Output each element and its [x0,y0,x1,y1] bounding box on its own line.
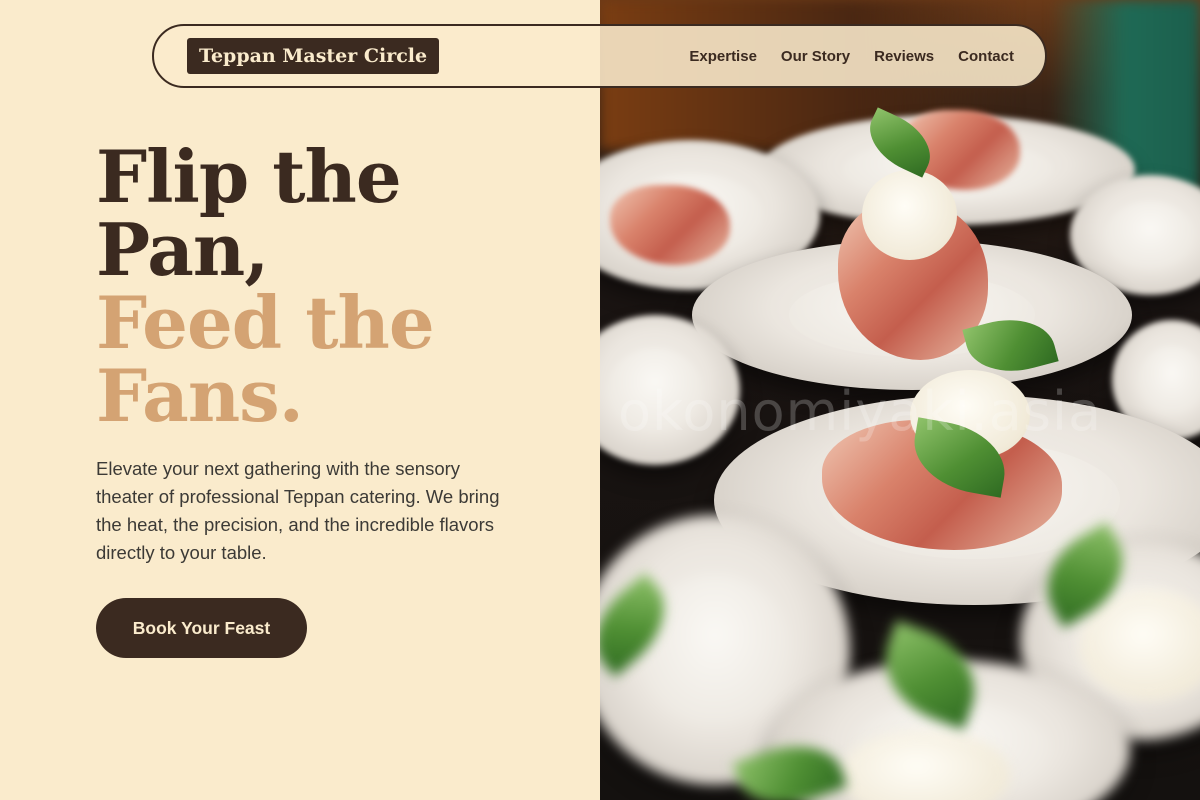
nav-links: Expertise Our Story Reviews Contact [689,26,1014,86]
nav-link-expertise[interactable]: Expertise [689,48,757,65]
book-your-feast-button[interactable]: Book Your Feast [96,598,307,658]
brand-logo[interactable]: Teppan Master Circle [187,38,440,74]
headline-line-1: Flip the [96,134,402,219]
nav-link-our-story[interactable]: Our Story [781,48,850,65]
headline-line-4: Fans. [96,353,304,438]
headline-line-2: Pan, [96,207,269,292]
hero-description: Elevate your next gathering with the sen… [96,458,500,563]
nav-link-contact[interactable]: Contact [958,48,1014,65]
image-watermark: okonomiyaki.asia [618,380,1103,443]
burrata [862,170,957,260]
top-navbar: Teppan Master Circle Expertise Our Story… [152,24,1047,88]
headline-line-3: Feed the [96,280,435,365]
nav-link-reviews[interactable]: Reviews [874,48,934,65]
hero-headline: Flip the Pan, Feed the Fans. [96,134,435,438]
